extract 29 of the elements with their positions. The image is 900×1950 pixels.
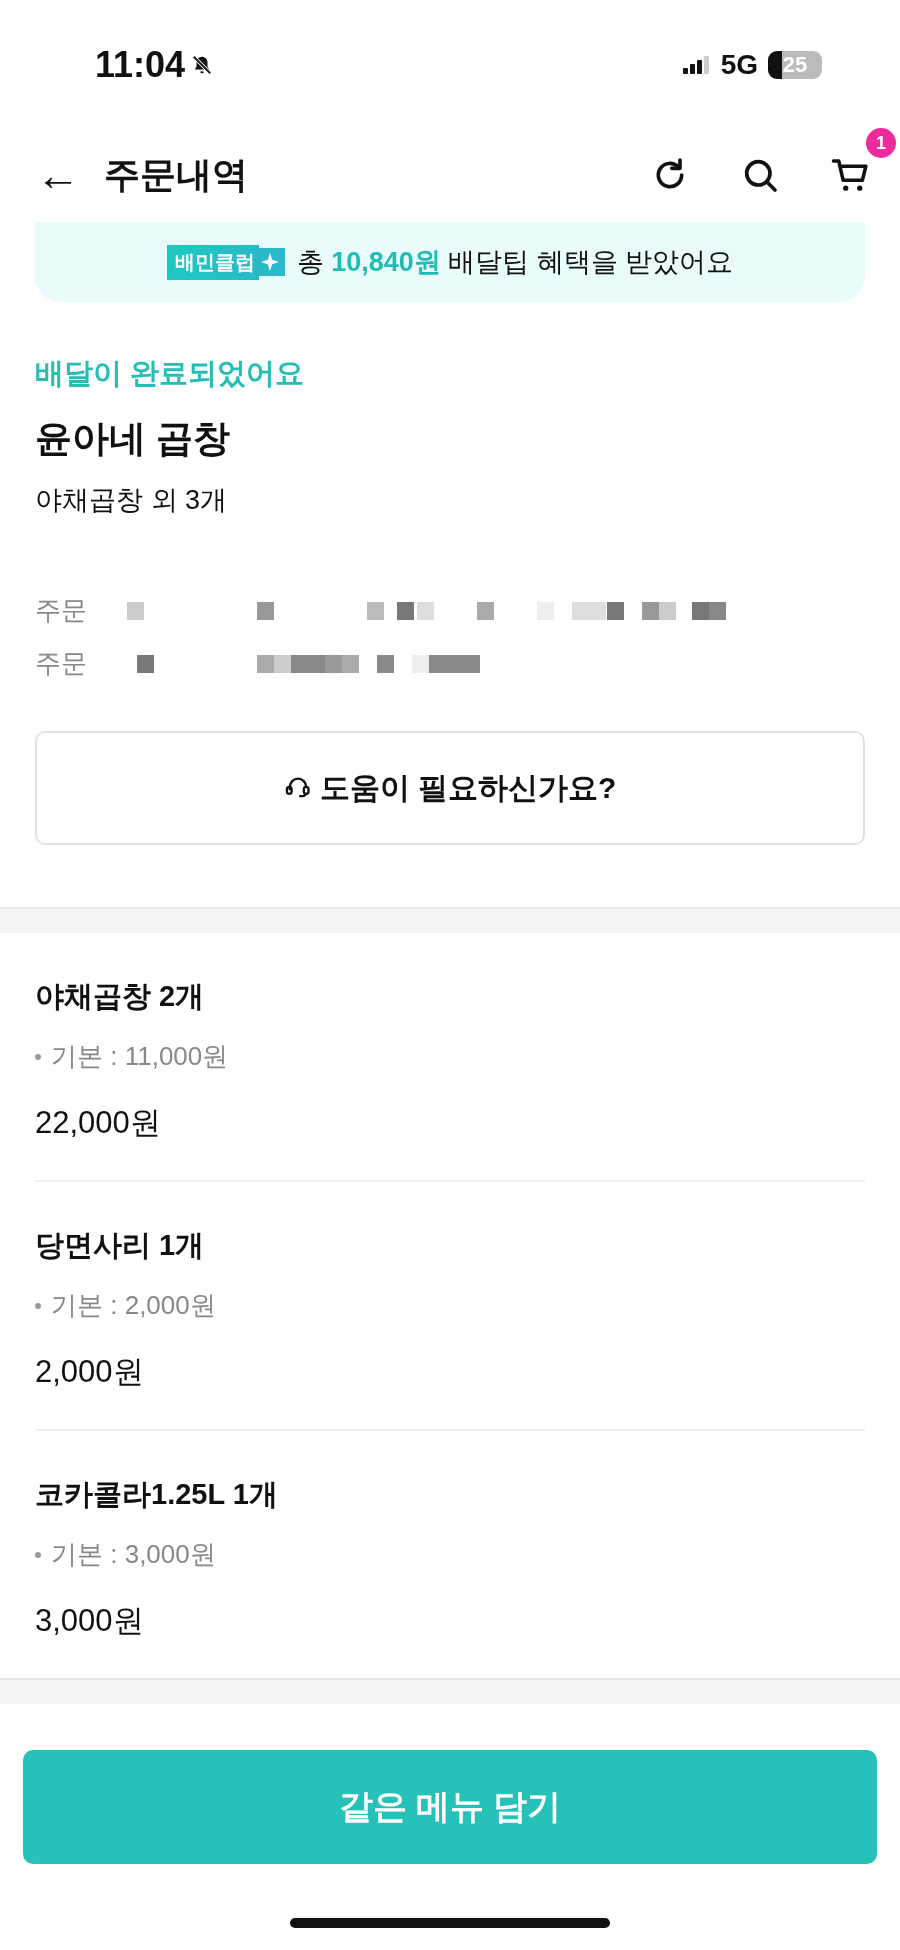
menu-item-name: 당면사리 1개 bbox=[35, 1228, 206, 1263]
battery-icon: 25 bbox=[768, 51, 822, 79]
cart-badge: 1 bbox=[866, 128, 896, 158]
sparkle-icon bbox=[258, 248, 285, 276]
info-label: 주문 bbox=[35, 594, 88, 627]
order-summary: 야채곱창 외 3개 bbox=[35, 484, 229, 517]
page-title: 주문내역 bbox=[104, 152, 248, 197]
status-time: 11:04 bbox=[95, 44, 186, 86]
delivery-status: 배달이 완료되었어요 bbox=[35, 356, 306, 391]
help-button[interactable]: 도움이 필요하신가요? bbox=[35, 731, 865, 845]
bell-muted-icon bbox=[191, 54, 214, 76]
info-label: 주문 bbox=[35, 647, 88, 680]
item-price: 3,000원 bbox=[35, 1602, 145, 1640]
item-price: 22,000원 bbox=[35, 1104, 162, 1142]
option-text: 기본 : 11,000원 bbox=[51, 1040, 229, 1073]
club-tag: 배민클럽 bbox=[166, 244, 259, 280]
menu-item-name: 코카콜라1.25L 1개 bbox=[35, 1477, 279, 1512]
network-label: 5G bbox=[720, 49, 758, 81]
bullet-icon bbox=[35, 1551, 41, 1558]
bullet-icon bbox=[35, 1302, 41, 1309]
bullet-icon bbox=[35, 1053, 41, 1060]
option-text: 기본 : 3,000원 bbox=[51, 1538, 216, 1571]
item-price: 2,000원 bbox=[35, 1353, 145, 1391]
signal-icon bbox=[682, 56, 711, 74]
option-text: 기본 : 2,000원 bbox=[51, 1289, 216, 1322]
back-button[interactable]: ← bbox=[30, 153, 86, 197]
store-name: 윤아네 곱창 bbox=[35, 417, 232, 461]
menu-item-name: 야채곱창 2개 bbox=[35, 979, 206, 1014]
banner-text: 총 10,840원 배달팁 혜택을 받았어요 bbox=[296, 246, 734, 279]
